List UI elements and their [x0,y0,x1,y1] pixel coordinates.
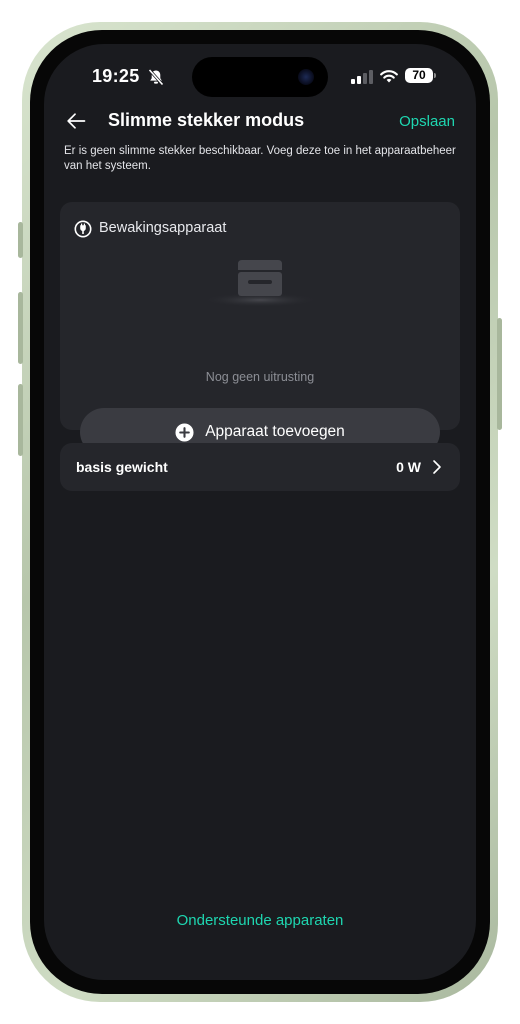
page-title: Slimme stekker modus [108,110,305,130]
arrow-left-icon[interactable] [66,112,86,130]
side-button-volume-down [18,384,23,456]
side-button-volume-up [18,292,23,364]
supported-devices-link[interactable]: Ondersteunde apparaten [44,912,476,929]
dynamic-island [192,57,328,97]
camera-icon [298,69,314,85]
battery-icon: 70 [405,68,433,83]
base-weight-value: 0 W [396,459,421,475]
base-weight-row[interactable]: basis gewicht 0 W [60,443,460,491]
monitoring-device-card: Bewakingsapparaat Nog geen uitrusting Ap… [60,202,460,456]
chevron-right-icon [433,460,441,474]
plus-circle-icon [175,422,194,442]
signal-icon [351,70,373,84]
empty-state-text: Nog geen uitrusting [205,370,315,384]
empty-box-icon [202,260,318,307]
wifi-icon [380,70,398,83]
bell-muted-icon [148,68,164,86]
plug-icon [74,220,92,238]
app-screen: 19:25 70 Slimme stekker modus Opslaan Er… [44,44,476,980]
side-button-power [497,318,502,430]
monitoring-device-label: Bewakingsapparaat [99,220,227,236]
status-time: 19:25 [92,66,140,86]
save-button[interactable]: Opslaan [399,113,455,130]
side-button-silent [18,222,23,258]
battery-tip [434,73,436,78]
base-weight-label: basis gewicht [76,459,168,475]
info-text: Er is geen slimme stekker beschikbaar. V… [64,145,456,172]
add-device-label: Apparaat toevoegen [205,423,345,440]
